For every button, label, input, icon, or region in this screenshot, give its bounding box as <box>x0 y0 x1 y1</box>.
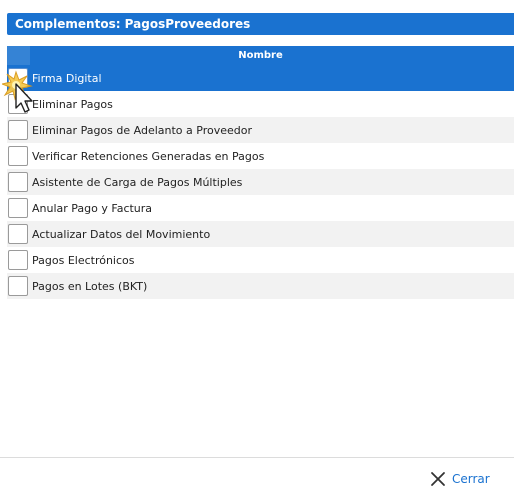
row-checkbox[interactable] <box>8 120 28 140</box>
row-label: Verificar Retenciones Generadas en Pagos <box>32 149 265 163</box>
row-checkbox[interactable] <box>8 250 28 270</box>
row-checkbox[interactable] <box>8 172 28 192</box>
row-label: Pagos en Lotes (BKT) <box>32 279 148 293</box>
row-label: Actualizar Datos del Movimiento <box>32 227 211 241</box>
row-checkbox[interactable] <box>8 94 28 114</box>
row-checkbox[interactable] <box>8 224 28 244</box>
column-header-label: Nombre <box>238 50 283 61</box>
row-label: Anular Pago y Factura <box>32 201 153 215</box>
row-label: Firma Digital <box>32 71 102 85</box>
close-button-label: Cerrar <box>452 472 490 486</box>
table-row[interactable]: Actualizar Datos del Movimiento <box>7 221 514 247</box>
table-row[interactable]: Firma Digital <box>7 65 514 91</box>
table-row[interactable]: Eliminar Pagos de Adelanto a Proveedor <box>7 117 514 143</box>
row-label: Pagos Electrónicos <box>32 253 135 267</box>
row-checkbox[interactable] <box>8 198 28 218</box>
complementos-table: Nombre Firma Digital Eliminar Pagos Elim… <box>7 46 514 299</box>
table-row[interactable]: Pagos en Lotes (BKT) <box>7 273 514 299</box>
table-row[interactable]: Asistente de Carga de Pagos Múltiples <box>7 169 514 195</box>
footer-divider <box>0 457 514 458</box>
row-checkbox[interactable] <box>8 276 28 296</box>
row-label: Asistente de Carga de Pagos Múltiples <box>32 175 243 189</box>
row-label: Eliminar Pagos de Adelanto a Proveedor <box>32 123 252 137</box>
dialog-title: Complementos: PagosProveedores <box>7 13 514 35</box>
table-body: Firma Digital Eliminar Pagos Eliminar Pa… <box>7 65 514 299</box>
close-button[interactable]: Cerrar <box>430 469 490 489</box>
table-row[interactable]: Eliminar Pagos <box>7 91 514 117</box>
table-row[interactable]: Anular Pago y Factura <box>7 195 514 221</box>
header-checkbox-cell <box>7 46 30 65</box>
row-label: Eliminar Pagos <box>32 97 113 111</box>
row-checkbox[interactable] <box>8 68 28 88</box>
close-x-icon <box>431 472 445 486</box>
row-checkbox[interactable] <box>8 146 28 166</box>
table-row[interactable]: Pagos Electrónicos <box>7 247 514 273</box>
table-row[interactable]: Verificar Retenciones Generadas en Pagos <box>7 143 514 169</box>
column-header-nombre[interactable]: Nombre <box>7 46 514 65</box>
complementos-dialog: Complementos: PagosProveedores Nombre Fi… <box>0 0 514 496</box>
